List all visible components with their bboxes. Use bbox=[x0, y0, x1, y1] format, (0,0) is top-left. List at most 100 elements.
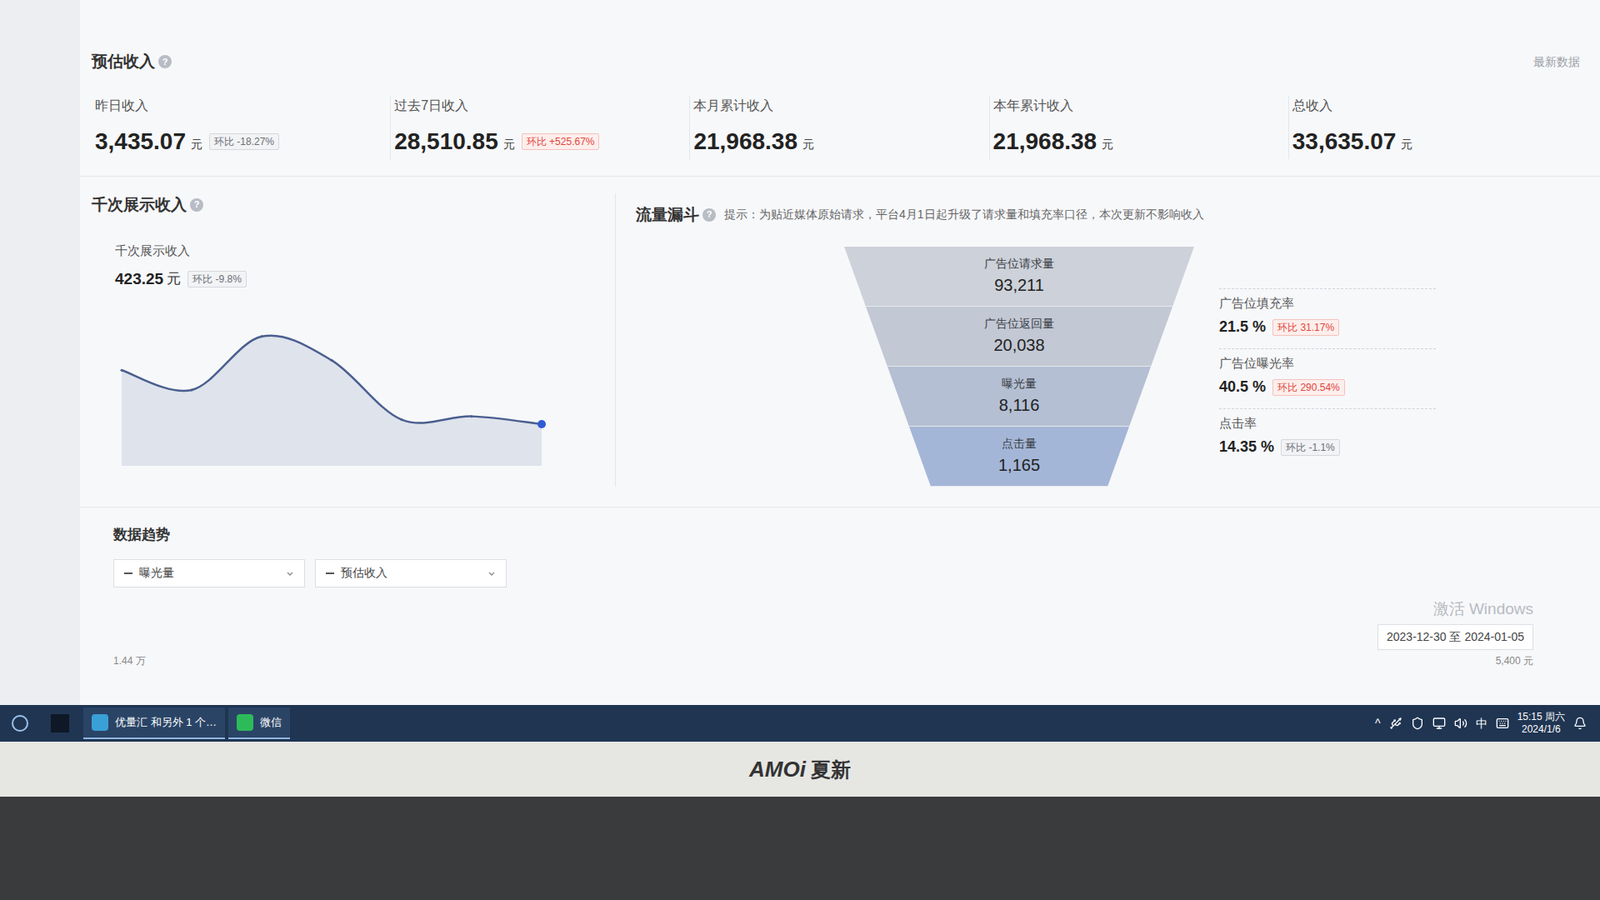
chart-area bbox=[121, 335, 542, 466]
rate-item: 广告位填充率21.5 % 环比 31.17% bbox=[1219, 288, 1436, 344]
taskbar-app[interactable]: 微信 bbox=[228, 707, 290, 740]
rate-label: 广告位填充率 bbox=[1219, 294, 1436, 314]
card-unit: 元 bbox=[802, 135, 815, 154]
chevron-down-icon bbox=[487, 569, 496, 578]
card-label: 总收入 bbox=[1292, 95, 1580, 116]
change-badge: 环比 31.17% bbox=[1272, 319, 1340, 336]
funnel-tip: 提示：为贴近媒体原始请求，平台4月1日起升级了请求量和填充率口径，本次更新不影响… bbox=[724, 205, 1205, 224]
help-icon[interactable]: ? bbox=[702, 208, 716, 222]
card-unit: 元 bbox=[190, 135, 203, 154]
card-unit: 元 bbox=[1101, 135, 1114, 154]
system-tray: ^ 中 15:15 周六2024/1/6 bbox=[1375, 710, 1587, 736]
revenue-card: 昨日收入3,435.07元环比 -18.27% bbox=[91, 95, 391, 160]
task-view-button[interactable] bbox=[40, 705, 80, 742]
task-view-icon bbox=[50, 714, 70, 733]
metric-select[interactable]: 预估收入 bbox=[315, 559, 507, 588]
section-title: 数据趋势 bbox=[113, 524, 1567, 546]
app-label: 微信 bbox=[260, 714, 282, 731]
monitor-logo: AMOi夏新 bbox=[749, 753, 851, 786]
stage-label: 广告位请求量 bbox=[984, 255, 1055, 273]
chart-point[interactable] bbox=[330, 359, 334, 362]
stage-label: 广告位返回量 bbox=[984, 315, 1055, 333]
section-title: 千次展示收入 bbox=[91, 193, 187, 218]
legend-dash bbox=[325, 572, 335, 575]
chart-point[interactable] bbox=[260, 335, 264, 338]
notification-icon[interactable] bbox=[1573, 716, 1587, 730]
monitor-bezel: AMOi夏新 bbox=[0, 741, 1600, 797]
card-label: 昨日收入 bbox=[95, 95, 382, 116]
card-label: 本月累计收入 bbox=[693, 95, 980, 116]
change-badge: 环比 -1.1% bbox=[1280, 439, 1340, 456]
date-range[interactable]: 2023-12-30 至 2024-01-05 bbox=[1377, 624, 1534, 650]
tray-chevron[interactable]: ^ bbox=[1375, 715, 1381, 733]
ecpm-card: 千次展示收入?千次展示收入423.25元环比 -9.8% bbox=[91, 193, 600, 488]
help-icon[interactable]: ? bbox=[158, 55, 172, 69]
rate-value: 21.5 % bbox=[1219, 315, 1266, 339]
rate-label: 广告位曝光率 bbox=[1219, 354, 1436, 374]
ecpm-chart bbox=[115, 307, 549, 466]
rate-item: 广告位曝光率40.5 % 环比 290.54% bbox=[1219, 348, 1436, 404]
rate-value: 40.5 % bbox=[1219, 375, 1266, 399]
funnel: 广告位请求量93,211广告位返回量20,038曝光量8,116点击量1,165 bbox=[844, 246, 1195, 487]
stage-value: 20,038 bbox=[993, 332, 1045, 358]
desk-background bbox=[0, 796, 1600, 900]
card-value: 21,968.38 bbox=[993, 124, 1098, 160]
change-badge: 环比 -18.27% bbox=[209, 133, 280, 150]
clock-time: 15:15 周六 bbox=[1517, 710, 1565, 724]
chart-point[interactable] bbox=[537, 420, 546, 429]
ecpm-label: 千次展示收入 bbox=[115, 241, 600, 261]
chart-point[interactable] bbox=[190, 388, 194, 391]
card-unit: 元 bbox=[503, 135, 515, 154]
card-label: 本年累计收入 bbox=[993, 95, 1280, 116]
revenue-card: 本月累计收入 21,968.38元 bbox=[690, 95, 990, 160]
card-label: 过去7日收入 bbox=[394, 95, 681, 116]
change-badge: 环比 +525.67% bbox=[521, 133, 600, 150]
stage-value: 8,116 bbox=[999, 392, 1040, 418]
revenue-card: 过去7日收入28,510.85元环比 +525.67% bbox=[390, 95, 690, 160]
help-icon[interactable]: ? bbox=[190, 198, 204, 212]
section-title: 流量漏斗 bbox=[635, 203, 700, 228]
revenue-cards: 昨日收入3,435.07元环比 -18.27%过去7日收入28,510.85元环… bbox=[91, 95, 1589, 160]
revenue-card: 总收入33,635.07元 bbox=[1289, 95, 1589, 160]
rate-item: 点击率14.35 %环比 -1.1% bbox=[1219, 408, 1436, 464]
stage-value: 93,211 bbox=[994, 272, 1045, 298]
legend-dash bbox=[124, 572, 133, 575]
metric-select[interactable]: 曝光量 bbox=[113, 559, 305, 588]
stage-label: 点击量 bbox=[1001, 435, 1037, 453]
start-button[interactable] bbox=[0, 705, 40, 742]
chart-point[interactable] bbox=[400, 418, 404, 421]
logo-chinese: 夏新 bbox=[810, 755, 851, 785]
funnel-stage[interactable]: 广告位返回量20,038 bbox=[865, 306, 1173, 367]
clock[interactable]: 15:15 周六2024/1/6 bbox=[1517, 710, 1565, 736]
ime-indicator[interactable]: 中 bbox=[1475, 715, 1488, 733]
taskbar-app[interactable]: 优量汇 和另外 1 个… bbox=[83, 707, 225, 740]
card-unit: 元 bbox=[1400, 135, 1413, 154]
select-label: 预估收入 bbox=[340, 564, 388, 582]
security-icon[interactable] bbox=[1410, 716, 1425, 730]
section-title: 预估收入 bbox=[91, 50, 155, 75]
network-icon[interactable] bbox=[1432, 716, 1446, 730]
revenue-section: 预估收入?最新数据昨日收入3,435.07元环比 -18.27%过去7日收入28… bbox=[80, 0, 1600, 176]
change-badge: 环比 -9.8% bbox=[187, 270, 247, 288]
windows-watermark: 激活 Windows bbox=[1433, 597, 1534, 622]
chart-point[interactable] bbox=[470, 415, 474, 418]
logo-latin: AMOi bbox=[749, 753, 806, 786]
volume-icon[interactable] bbox=[1454, 716, 1468, 730]
app-icon bbox=[236, 714, 254, 731]
rate-label: 点击率 bbox=[1219, 414, 1436, 434]
funnel-stage[interactable]: 广告位请求量93,211 bbox=[844, 246, 1195, 307]
change-badge: 环比 290.54% bbox=[1272, 379, 1345, 396]
stage-value: 1,165 bbox=[998, 452, 1040, 478]
trend-section: 数据趋势曝光量预估收入1.44 万激活 Windows2023-12-30 至 … bbox=[80, 506, 1600, 705]
middle-row: 千次展示收入?千次展示收入423.25元环比 -9.8%流量漏斗?提示：为贴近媒… bbox=[80, 175, 1600, 488]
chart-point[interactable] bbox=[120, 369, 124, 372]
right-axis-label: 5,400 元 bbox=[1495, 653, 1534, 669]
keyboard-icon[interactable] bbox=[1495, 716, 1510, 730]
funnel-stage[interactable]: 曝光量8,116 bbox=[887, 366, 1151, 427]
funnel-card: 流量漏斗? 提示：为贴近媒体原始请求，平台4月1日起升级了请求量和填充率口径，本次… bbox=[615, 193, 1589, 488]
funnel-stage[interactable]: 点击量1,165 bbox=[909, 426, 1130, 487]
ecpm-value: 423.25 bbox=[115, 267, 164, 292]
app-label: 优量汇 和另外 1 个… bbox=[115, 714, 217, 731]
usb-icon[interactable] bbox=[1389, 716, 1403, 730]
card-value: 21,968.38 bbox=[693, 124, 798, 160]
